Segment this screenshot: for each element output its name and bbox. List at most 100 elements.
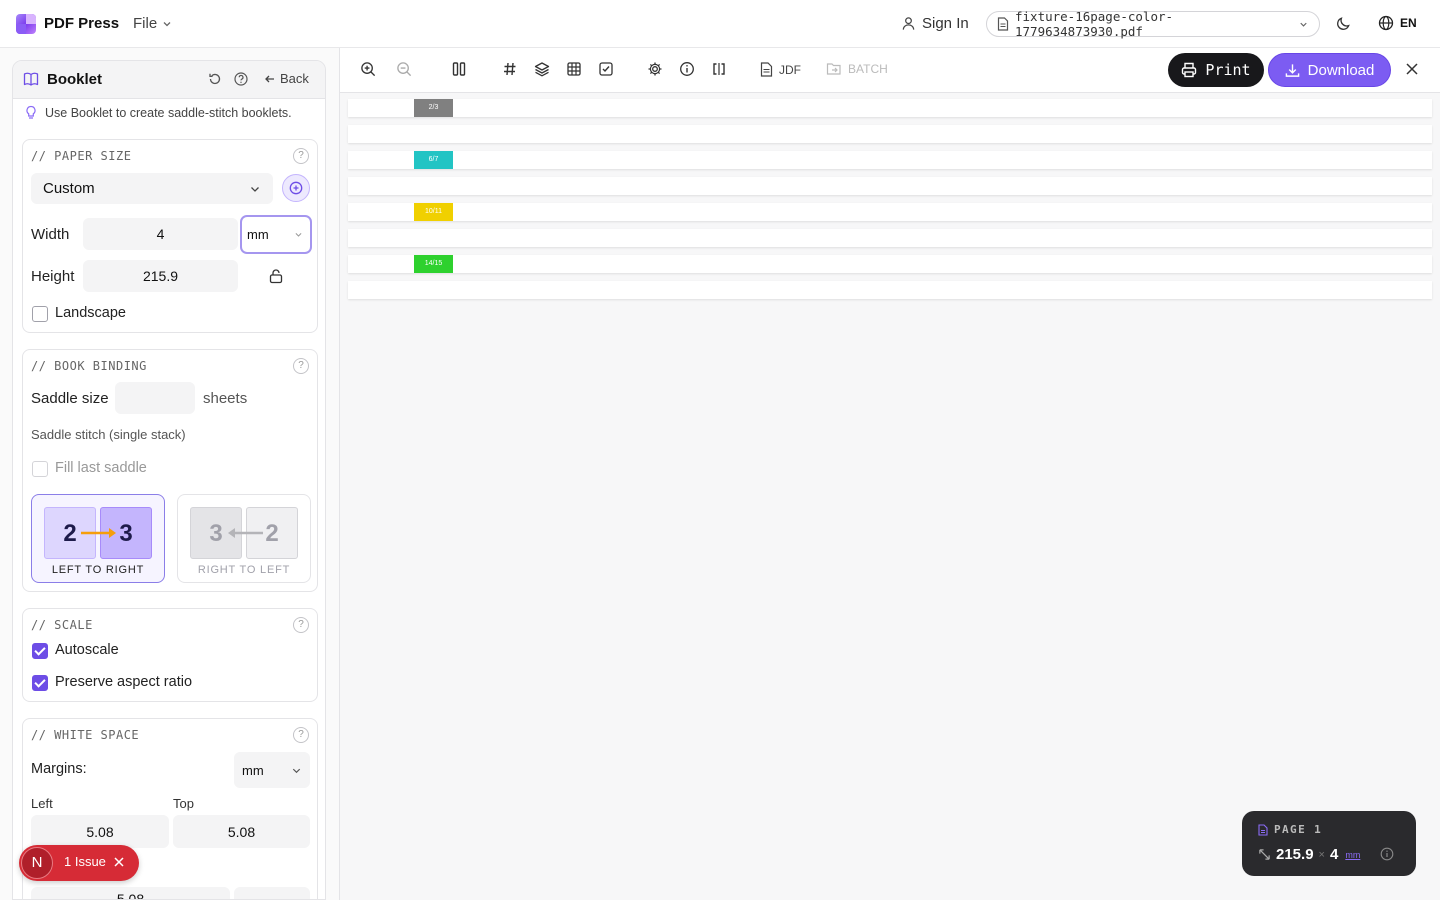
saddle-stitch-note: Saddle stitch (single stack) bbox=[31, 427, 186, 442]
jdf-button[interactable]: JDF bbox=[760, 62, 801, 77]
help-icon[interactable]: ? bbox=[293, 148, 309, 164]
page-label: PAGE 1 bbox=[1274, 823, 1323, 836]
columns-icon[interactable] bbox=[451, 61, 467, 77]
viewer-toolbar: JDF BATCH Print Download bbox=[340, 48, 1440, 93]
preview-canvas[interactable]: 2/3 6/7 10/11 14/15 bbox=[340, 93, 1440, 900]
book-open-icon bbox=[23, 71, 39, 87]
zoom-out-icon[interactable] bbox=[396, 61, 413, 78]
paper-size-select[interactable]: Custom bbox=[31, 173, 273, 204]
page-swatch: 2/3 bbox=[414, 99, 453, 117]
lock-open-icon[interactable] bbox=[268, 268, 284, 284]
autoscale-checkbox[interactable] bbox=[32, 643, 48, 659]
preserve-aspect-label: Preserve aspect ratio bbox=[55, 674, 193, 690]
saddle-size-unit: sheets bbox=[203, 390, 248, 407]
book-binding-heading: // BOOK BINDING bbox=[31, 359, 147, 373]
paper-size-value: Custom bbox=[43, 180, 95, 197]
page-dimensions: 215.9 × 4 mm bbox=[1258, 846, 1360, 863]
lightbulb-icon bbox=[25, 105, 37, 120]
booklet-tip: Use Booklet to create saddle-stitch book… bbox=[25, 105, 292, 120]
document-icon bbox=[760, 62, 773, 77]
margin-top-label: Top bbox=[173, 796, 194, 811]
saddle-size-input[interactable] bbox=[115, 382, 195, 414]
paper-size-heading: // PAPER SIZE bbox=[31, 149, 132, 163]
preserve-aspect-checkbox[interactable] bbox=[32, 675, 48, 691]
layers-icon[interactable] bbox=[534, 61, 550, 77]
times-symbol: × bbox=[1318, 848, 1325, 861]
landscape-checkbox[interactable] bbox=[32, 306, 48, 322]
moon-icon bbox=[1335, 15, 1352, 32]
margin-left-input[interactable]: 5.08 bbox=[31, 815, 169, 848]
settings-gear-icon[interactable] bbox=[647, 61, 663, 77]
help-icon[interactable]: ? bbox=[293, 727, 309, 743]
help-icon[interactable]: ? bbox=[293, 358, 309, 374]
arrow-left-icon bbox=[226, 527, 264, 539]
sidebar: Booklet Back Use Booklet to create saddl… bbox=[0, 48, 340, 900]
info-icon[interactable] bbox=[1380, 847, 1394, 861]
left-to-right-option[interactable]: 2 3 LEFT TO RIGHT bbox=[31, 494, 165, 583]
height-input[interactable]: 215.9 bbox=[83, 260, 238, 292]
width-input[interactable]: 4 bbox=[83, 218, 238, 250]
issue-avatar: N bbox=[21, 847, 53, 879]
resize-icon bbox=[1258, 848, 1271, 861]
sheet-preview bbox=[348, 229, 1432, 247]
width-unit-value: mm bbox=[247, 227, 269, 242]
checkbox-icon[interactable] bbox=[598, 61, 614, 77]
hash-icon[interactable] bbox=[502, 61, 518, 77]
white-space-heading: // WHITE SPACE bbox=[31, 728, 140, 742]
right-to-left-option[interactable]: 3 2 RIGHT TO LEFT bbox=[177, 494, 311, 583]
right-to-left-label: RIGHT TO LEFT bbox=[197, 564, 291, 576]
page-swatch: 14/15 bbox=[414, 255, 453, 273]
sheet-preview bbox=[348, 281, 1432, 299]
sheet-preview bbox=[348, 125, 1432, 143]
scale-card: // SCALE ? Autoscale Preserve aspect rat… bbox=[22, 608, 318, 702]
user-icon bbox=[901, 16, 916, 31]
page-info-widget: PAGE 1 215.9 × 4 mm bbox=[1242, 811, 1416, 876]
issues-badge[interactable]: N 1 Issue bbox=[19, 845, 139, 881]
document-icon bbox=[997, 17, 1009, 31]
top-bar: PDF Press File Sign In fixture-16page-co… bbox=[0, 0, 1440, 48]
width-label: Width bbox=[31, 226, 70, 243]
arrow-left-icon bbox=[264, 73, 276, 85]
sign-in-label: Sign In bbox=[922, 15, 969, 32]
close-icon[interactable] bbox=[113, 856, 125, 868]
margin-top-input[interactable]: 5.08 bbox=[173, 815, 310, 848]
left-to-right-label: LEFT TO RIGHT bbox=[51, 564, 145, 576]
add-paper-size-button[interactable] bbox=[282, 174, 310, 202]
page-info-header: PAGE 1 bbox=[1258, 823, 1322, 836]
print-button[interactable]: Print bbox=[1168, 53, 1264, 87]
margins-unit-select[interactable]: mm bbox=[234, 752, 310, 788]
margin-bottom-input[interactable] bbox=[234, 887, 310, 899]
scale-heading: // SCALE bbox=[31, 618, 93, 632]
chevron-down-icon bbox=[1298, 19, 1309, 30]
chevron-down-icon bbox=[294, 230, 303, 239]
fill-last-saddle-checkbox[interactable] bbox=[32, 461, 48, 477]
zoom-in-icon[interactable] bbox=[360, 61, 377, 78]
file-menu[interactable]: File bbox=[133, 15, 173, 32]
help-circle-icon[interactable] bbox=[234, 72, 248, 86]
page-icon bbox=[1258, 823, 1268, 836]
close-icon[interactable] bbox=[1405, 62, 1419, 76]
width-unit-select[interactable]: mm bbox=[240, 215, 312, 254]
language-selector[interactable]: EN bbox=[1378, 15, 1417, 31]
download-button[interactable]: Download bbox=[1268, 53, 1391, 87]
info-icon[interactable] bbox=[679, 61, 695, 77]
book-binding-card: // BOOK BINDING ? Saddle size sheets Sad… bbox=[22, 349, 318, 592]
grid-icon[interactable] bbox=[566, 61, 582, 77]
margin-right-input[interactable]: 5.08 bbox=[31, 887, 230, 899]
margin-left-label: Left bbox=[31, 796, 53, 811]
chevron-down-icon bbox=[249, 183, 261, 195]
sheet-preview: 2/3 bbox=[348, 99, 1432, 117]
help-icon[interactable]: ? bbox=[293, 617, 309, 633]
paper-size-card: // PAPER SIZE ? Custom Width 4 mm Height… bbox=[22, 139, 318, 333]
reset-icon[interactable] bbox=[208, 72, 222, 86]
sign-in-button[interactable]: Sign In bbox=[901, 15, 969, 32]
globe-icon bbox=[1378, 15, 1394, 31]
panel-title: Booklet bbox=[47, 71, 103, 88]
back-button[interactable]: Back bbox=[264, 71, 309, 86]
spread-icon[interactable] bbox=[711, 61, 727, 77]
file-name: fixture-16page-color-1779634873930.pdf bbox=[1015, 9, 1174, 39]
page-unit[interactable]: mm bbox=[1345, 850, 1360, 860]
batch-button[interactable]: BATCH bbox=[826, 62, 888, 76]
file-selector[interactable]: fixture-16page-color-1779634873930.pdf bbox=[986, 9, 1320, 39]
dark-mode-toggle[interactable] bbox=[1335, 15, 1352, 32]
